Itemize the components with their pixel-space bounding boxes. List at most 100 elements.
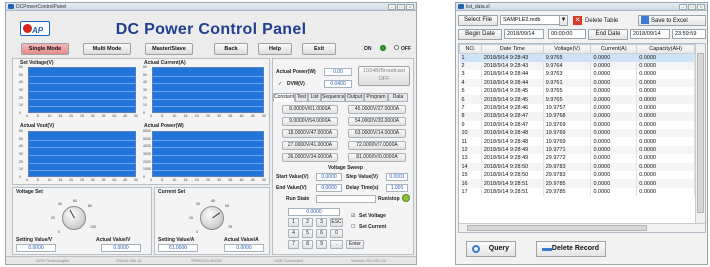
table-row[interactable]: 11 2018/9/14 9:28:48 19.9769 0.0000 0.0000: [459, 137, 695, 146]
current-knob[interactable]: [200, 206, 224, 230]
chart-gridline: [153, 155, 263, 156]
preset-button[interactable]: 72.0000V/7.0000A: [348, 141, 406, 150]
table-row[interactable]: 6 2018/9/14 9:28:45 9.9765 0.0000 0.0000: [459, 95, 695, 104]
y-tick-label: 40: [143, 80, 147, 85]
table-row[interactable]: 9 2018/9/14 9:28:47 19.9769 0.0000 0.0000: [459, 120, 695, 130]
preset-button[interactable]: 27.0000V/41.0000A: [282, 141, 338, 150]
column-header-capacity[interactable]: Capacity(AH): [636, 44, 695, 54]
table-row[interactable]: 1 2018/9/14 9:28:43 9.9765 0.0000 0.0000: [459, 53, 695, 62]
delete-table-button[interactable]: Delete Table: [585, 18, 618, 24]
table-row[interactable]: 15 2018/9/14 9:28:50 29.9783 0.0000 0.0000: [459, 170, 695, 180]
select-file-button[interactable]: Select File: [458, 15, 498, 26]
table-row[interactable]: 14 2018/9/14 9:28:50 29.9783 0.0000 0.0000: [459, 162, 695, 171]
key-6[interactable]: 6: [316, 229, 327, 238]
tab-list[interactable]: List: [308, 93, 321, 102]
hscroll-thumb[interactable]: [467, 225, 647, 231]
preset-button[interactable]: 81.0000V/0.0000A: [348, 153, 406, 162]
end-value-input[interactable]: 0.0000: [316, 184, 342, 192]
key-4[interactable]: 4: [288, 229, 299, 238]
close-icon[interactable]: ×: [697, 4, 705, 10]
preset-button[interactable]: 36.0000V/34.0000A: [282, 153, 338, 162]
broadcast-button[interactable]: 1034B/Broadcast OFF: [358, 66, 410, 86]
delete-table-icon[interactable]: ✕: [573, 16, 582, 25]
minimize-icon[interactable]: –: [679, 4, 687, 10]
query-button[interactable]: Query: [466, 241, 516, 257]
key-9[interactable]: 9: [316, 240, 327, 249]
delay-time-input[interactable]: 1.000: [386, 184, 408, 192]
file-select[interactable]: SAMPLE2.mdb: [500, 15, 562, 25]
end-time-input[interactable]: 23:59:59: [672, 29, 706, 39]
begin-time-input[interactable]: 00:00:00: [548, 29, 586, 39]
key-1[interactable]: 1: [288, 218, 299, 227]
begin-date-input[interactable]: 2018/09/14: [504, 29, 544, 39]
key-0[interactable]: 0: [330, 229, 343, 238]
key-3[interactable]: 3: [316, 218, 327, 227]
output-off-radio[interactable]: [394, 45, 399, 50]
y-tick-label: 40: [19, 144, 23, 149]
tab-program[interactable]: Program: [364, 93, 388, 102]
key-enter[interactable]: Enter: [346, 240, 364, 249]
minimize-icon[interactable]: –: [388, 4, 396, 10]
set-current-checkbox[interactable]: ☐: [351, 224, 355, 230]
maximize-icon[interactable]: □: [397, 4, 405, 10]
table-row[interactable]: 17 2018/9/14 9:28:51 29.9785 0.0000 0.0000: [459, 187, 695, 197]
delete-record-button[interactable]: Delete Record: [536, 241, 606, 257]
horizontal-scrollbar[interactable]: [459, 223, 705, 232]
exit-button[interactable]: Exit: [302, 43, 336, 55]
end-date-input[interactable]: 2018/09/14: [630, 29, 670, 39]
close-icon[interactable]: ×: [406, 4, 414, 10]
current-actual-value: 0.0000: [224, 244, 264, 252]
set-voltage-checkbox[interactable]: ☑: [351, 213, 355, 219]
table-row[interactable]: 16 2018/9/14 9:28:51 29.9785 0.0000 0.0000: [459, 179, 695, 188]
tab-test[interactable]: Test: [295, 93, 308, 102]
vertical-scrollbar[interactable]: [695, 44, 705, 224]
file-dropdown-chevron-icon[interactable]: ▼: [559, 15, 568, 26]
key-dot[interactable]: .: [330, 240, 343, 249]
table-row[interactable]: 5 2018/9/14 9:28:45 9.9765 0.0000 0.0000: [459, 87, 695, 96]
column-header-no[interactable]: NO.: [459, 44, 482, 54]
table-row[interactable]: 2 2018/9/14 9:28:43 9.9764 0.0000 0.0000: [459, 61, 695, 71]
column-header-datetime[interactable]: Date Time: [480, 44, 544, 54]
key-7[interactable]: 7: [288, 240, 299, 249]
column-header-current[interactable]: Current(A): [590, 44, 638, 54]
table-row[interactable]: 7 2018/9/14 9:28:46 19.9757 0.0000 0.0000: [459, 103, 695, 113]
column-header-voltage[interactable]: Voltage(V): [542, 44, 592, 54]
preset-button[interactable]: 45.0000V/27.0000A: [348, 105, 406, 114]
save-excel-button[interactable]: Save to Excel: [638, 15, 706, 26]
maximize-icon[interactable]: □: [688, 4, 696, 10]
start-value-input[interactable]: 0.0000: [316, 173, 342, 181]
master-slave-button[interactable]: Master/Slave: [145, 43, 193, 55]
table-row[interactable]: 8 2018/9/14 9:28:47 19.9768 0.0000 0.0000: [459, 112, 695, 121]
scroll-thumb[interactable]: [697, 53, 704, 213]
dvm-checkbox[interactable]: ✓: [278, 81, 282, 87]
chart-gridline: [29, 75, 135, 77]
tab-data[interactable]: Data: [388, 93, 408, 102]
table-row[interactable]: 12 2018/9/14 9:28:49 19.9771 0.0000 0.0000: [459, 145, 695, 155]
x-tick-label: 5: [161, 178, 164, 182]
tab-constant[interactable]: Constant: [273, 93, 295, 102]
preset-button[interactable]: 18.0000V/47.0000A: [282, 129, 338, 138]
multi-mode-button[interactable]: Multi Mode: [83, 43, 131, 55]
runstop-button[interactable]: [402, 194, 410, 202]
preset-button[interactable]: 9.0000V/54.0000A: [282, 117, 338, 126]
voltage-knob[interactable]: [62, 206, 86, 230]
help-button[interactable]: Help: [258, 43, 292, 55]
key-8[interactable]: 8: [302, 240, 313, 249]
x-tick-label: 50: [134, 178, 138, 182]
preset-button[interactable]: 63.0000V/14.0000A: [348, 129, 406, 138]
key-esc[interactable]: ESC: [330, 218, 343, 227]
preset-button[interactable]: 8.0000V/61.0000A: [282, 105, 338, 114]
preset-button[interactable]: 54.0000V/20.0000A: [348, 117, 406, 126]
output-on-led[interactable]: [380, 45, 386, 51]
single-mode-button[interactable]: Single Mode: [21, 43, 69, 55]
table-row[interactable]: 10 2018/9/14 9:28:48 19.9769 0.0000 0.0000: [459, 129, 695, 138]
tab-output[interactable]: Output: [345, 93, 364, 102]
table-row[interactable]: 4 2018/9/14 9:28:44 9.9761 0.0000 0.0000: [459, 78, 695, 88]
back-button[interactable]: Back: [214, 43, 248, 55]
tab-sequence[interactable]: Sequence: [321, 93, 345, 102]
key-2[interactable]: 2: [302, 218, 313, 227]
key-5[interactable]: 5: [302, 229, 313, 238]
table-row[interactable]: 3 2018/9/14 9:28:44 9.9763 0.0000 0.0000: [459, 70, 695, 79]
step-value-input[interactable]: 0.0001: [386, 173, 408, 181]
table-row[interactable]: 13 2018/9/14 9:28:49 29.9772 0.0000 0.0000: [459, 154, 695, 163]
